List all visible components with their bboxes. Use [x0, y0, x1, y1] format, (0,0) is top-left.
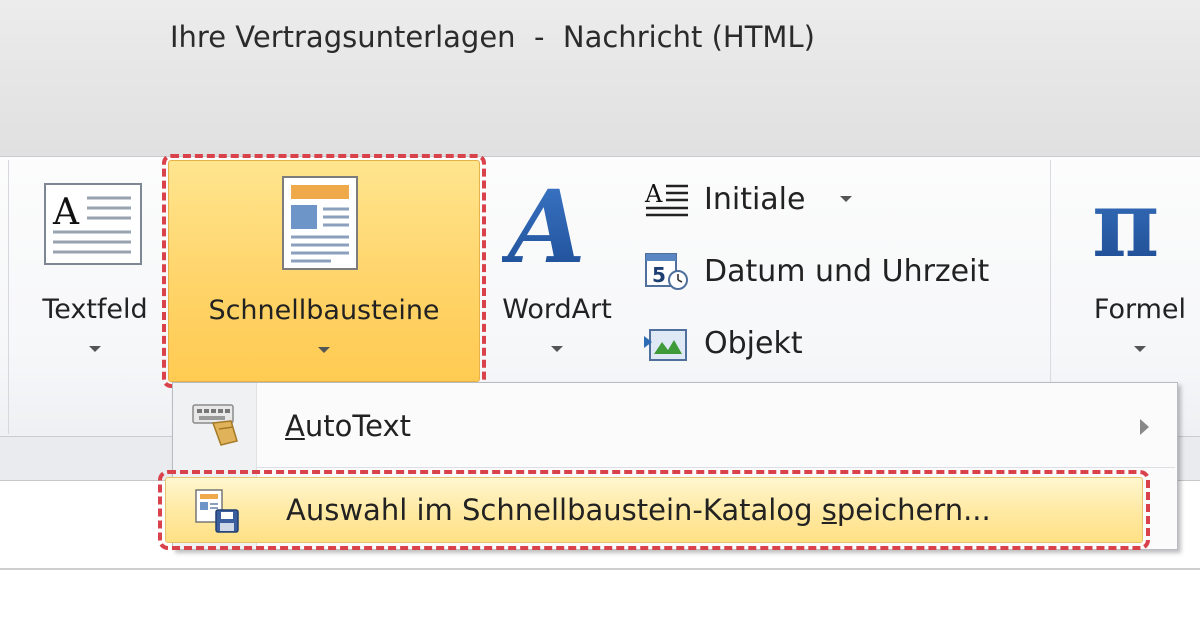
menu-item-save-label: Auswahl im Schnellbaustein-Katalog speic… — [286, 493, 991, 527]
submenu-arrow-icon — [1140, 419, 1149, 435]
svg-text:A: A — [52, 192, 80, 233]
quick-parts-button[interactable]: Schnellbausteine — [162, 154, 486, 388]
wordart-icon: A — [502, 174, 586, 274]
chevron-down-icon — [840, 196, 852, 202]
ribbon-group-separator — [1050, 160, 1051, 382]
equation-button[interactable]: π Formel — [1070, 170, 1200, 370]
date-time-label: Datum und Uhrzeit — [704, 254, 990, 289]
menu-item-autotext-label: AutoText — [285, 409, 411, 443]
textfield-button[interactable]: A Textfeld — [20, 170, 170, 370]
title-bar: Ihre Vertragsunterlagen - Nachricht (HTM… — [0, 0, 1200, 156]
menu-item-autotext[interactable]: AutoText — [173, 383, 1177, 467]
date-time-icon: 5 — [645, 253, 688, 290]
quick-parts-label: Schnellbausteine — [208, 295, 440, 326]
textfield-label: Textfeld — [42, 294, 148, 325]
wordart-button[interactable]: A WordArt — [482, 170, 632, 370]
menu-item-save-selection-to-gallery[interactable]: Auswahl im Schnellbaustein-Katalog speic… — [158, 470, 1150, 550]
object-label: Objekt — [704, 326, 803, 361]
svg-text:π: π — [1092, 174, 1159, 270]
equation-label: Formel — [1093, 294, 1187, 325]
menu-divider — [257, 467, 1175, 468]
pi-equation-icon: π — [1092, 174, 1159, 270]
object-button[interactable]: Objekt — [644, 320, 864, 364]
wordart-label: WordArt — [502, 294, 612, 325]
date-time-button[interactable]: 5 Datum und Uhrzeit — [644, 248, 1044, 292]
drop-cap-label: Initiale — [704, 182, 806, 217]
chevron-down-icon — [318, 347, 330, 353]
save-to-gallery-icon — [195, 489, 239, 533]
object-icon — [644, 329, 687, 361]
textbox-icon: A — [44, 183, 142, 265]
svg-text:A: A — [502, 174, 586, 274]
svg-text:5: 5 — [652, 263, 666, 287]
chevron-down-icon — [551, 346, 563, 352]
ribbon-divider — [8, 160, 9, 434]
chevron-down-icon — [89, 346, 101, 352]
drop-cap-button[interactable]: A Initiale — [644, 176, 874, 220]
drop-cap-icon: A — [644, 180, 688, 217]
quick-parts-menu: AutoText Auswahl im Schnellbaustein-Kata… — [158, 382, 1178, 550]
window-title: Ihre Vertragsunterlagen - Nachricht (HTM… — [170, 20, 815, 54]
autotext-icon — [192, 404, 238, 446]
quick-parts-icon — [282, 176, 358, 270]
chevron-down-icon — [1134, 346, 1146, 352]
svg-text:A: A — [644, 180, 663, 208]
